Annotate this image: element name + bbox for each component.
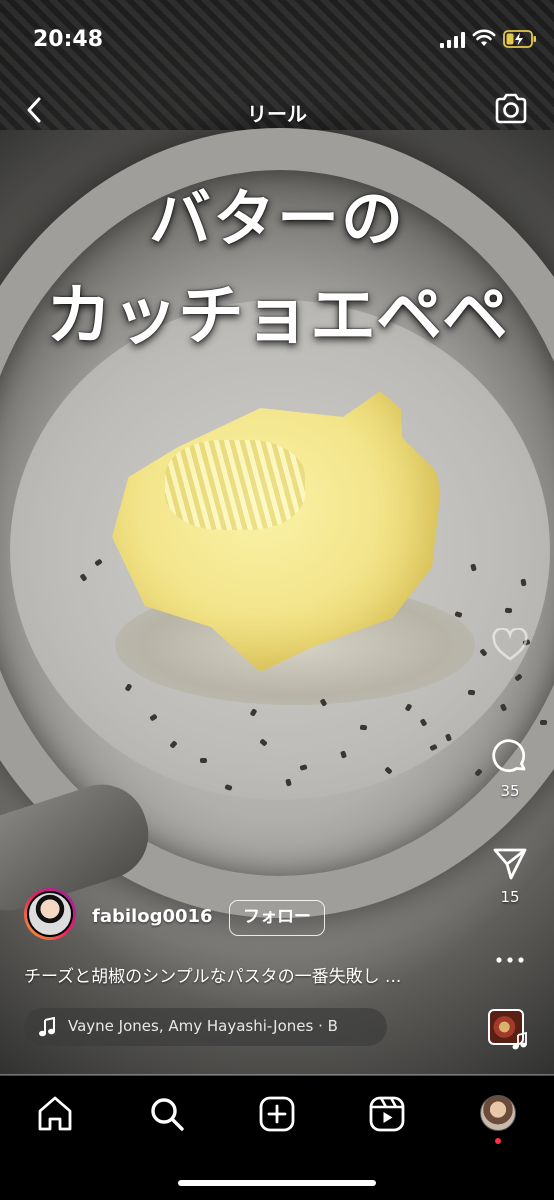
signal-icon <box>440 32 465 48</box>
more-dots-icon <box>496 957 524 963</box>
tab-home[interactable] <box>33 1094 77 1138</box>
tab-reels[interactable] <box>365 1094 409 1138</box>
share-button[interactable]: 15 <box>480 846 540 906</box>
like-button[interactable] <box>480 628 540 662</box>
notification-dot <box>495 1138 501 1144</box>
author-username[interactable]: fabilog0016 <box>92 906 213 927</box>
paper-plane-icon <box>493 848 527 880</box>
audio-track-name: Vayne Jones, Amy Hayashi-Jones · B <box>68 1017 338 1035</box>
plus-square-icon <box>259 1096 295 1132</box>
comment-count: 35 <box>500 782 520 800</box>
home-indicator <box>178 1180 376 1186</box>
page-title: リール <box>247 102 307 126</box>
overlay-title-line-2: カッチョエペペ <box>46 276 508 354</box>
tab-create[interactable] <box>255 1094 299 1138</box>
home-icon <box>38 1096 72 1131</box>
overlay-title-line-1: バターの <box>148 182 405 255</box>
tab-search[interactable] <box>145 1094 189 1138</box>
follow-button[interactable]: フォロー <box>229 900 325 936</box>
more-button[interactable] <box>480 955 540 965</box>
heart-icon <box>492 628 528 661</box>
status-bar: 20:48 <box>0 0 554 80</box>
share-count: 15 <box>500 888 520 906</box>
wifi-icon <box>472 29 496 46</box>
battery-icon <box>503 30 536 48</box>
pepper-flake <box>359 724 368 731</box>
pepper-flake <box>467 689 476 696</box>
comment-button[interactable]: 35 <box>480 738 540 800</box>
pepper-flake <box>520 578 527 587</box>
tab-profile-avatar[interactable] <box>480 1095 516 1131</box>
search-icon <box>151 1098 184 1131</box>
reels-header: リール <box>0 86 554 134</box>
music-note-icon <box>39 1017 55 1037</box>
camera-icon[interactable] <box>493 92 529 126</box>
author-avatar[interactable] <box>24 888 76 940</box>
status-time: 20:48 <box>33 27 104 52</box>
pepper-flake <box>504 607 513 614</box>
comment-icon <box>492 739 526 773</box>
butter-texture <box>165 440 305 530</box>
reels-icon <box>369 1096 405 1132</box>
post-caption[interactable]: チーズと胡椒のシンプルなパスタの一番失敗し ... <box>24 962 464 987</box>
music-note-icon <box>512 1032 527 1050</box>
pepper-flake <box>199 757 208 764</box>
author-photo <box>27 891 73 937</box>
pepper-flake <box>540 720 547 725</box>
audio-pill[interactable]: Vayne Jones, Amy Hayashi-Jones · B <box>24 1008 387 1046</box>
